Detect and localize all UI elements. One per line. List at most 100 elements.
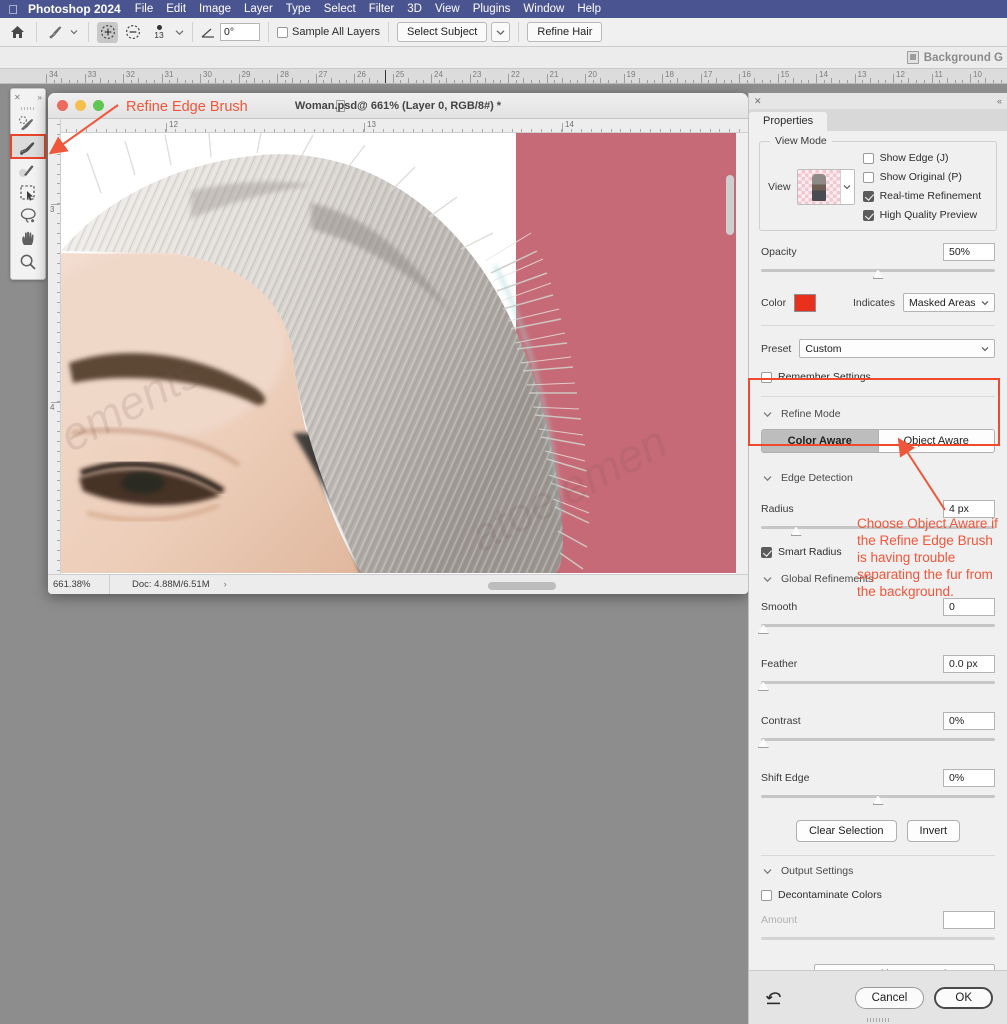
toolbar-close-icon[interactable]: ✕ <box>14 93 21 102</box>
output-settings-header[interactable]: Output Settings <box>761 856 995 877</box>
preset-chevron-down-icon <box>981 346 989 351</box>
smart-radius-checkbox[interactable] <box>761 546 772 558</box>
select-subject-button[interactable]: Select Subject <box>397 22 488 42</box>
menu-item-view[interactable]: View <box>435 3 460 15</box>
menu-item-help[interactable]: Help <box>577 3 601 15</box>
refine-mode-segmented-control[interactable]: Color Aware Object Aware <box>761 429 995 453</box>
preset-select[interactable]: Custom <box>799 339 995 358</box>
contrast-slider[interactable] <box>757 735 995 749</box>
menu-item-image[interactable]: Image <box>199 3 231 15</box>
sample-all-layers-checkbox[interactable] <box>277 26 288 38</box>
tab-properties[interactable]: Properties <box>749 112 828 131</box>
edge-detection-chevron-down-icon <box>763 475 772 481</box>
panel-close-icon[interactable]: ✕ <box>754 96 762 107</box>
menu-item-layer[interactable]: Layer <box>244 3 273 15</box>
color-aware-option[interactable]: Color Aware <box>762 430 878 452</box>
opacity-label: Opacity <box>761 246 797 258</box>
toolbar-grip[interactable] <box>11 105 45 112</box>
quick-selection-brush-tool[interactable] <box>11 112 45 135</box>
brush-size-dot-icon <box>156 24 162 30</box>
smart-radius-row[interactable]: Smart Radius <box>761 546 995 558</box>
remember-settings-checkbox[interactable] <box>761 371 772 383</box>
brush-preset-picker[interactable] <box>45 23 80 41</box>
menu-item-edit[interactable]: Edit <box>166 3 186 15</box>
radius-slider[interactable] <box>761 523 995 537</box>
amount-row: Amount <box>761 911 995 929</box>
panel-collapse-icon[interactable]: « <box>997 96 1002 106</box>
menu-item-window[interactable]: Window <box>523 3 564 15</box>
menu-item-select[interactable]: Select <box>324 3 356 15</box>
high-quality-preview-row[interactable]: High Quality Preview <box>862 209 982 221</box>
document-title-bar[interactable]: Woman.psd@ 661% (Layer 0, RGB/8#) * <box>48 93 748 119</box>
menu-item-plugins[interactable]: Plugins <box>473 3 511 15</box>
show-original-row[interactable]: Show Original (P) <box>862 171 982 183</box>
status-chevron-icon[interactable]: › <box>224 579 227 590</box>
minimize-window-button[interactable] <box>75 100 86 111</box>
show-original-checkbox[interactable] <box>862 171 874 183</box>
zoom-tool[interactable] <box>11 250 45 273</box>
divider <box>36 22 37 42</box>
cancel-button[interactable]: Cancel <box>854 986 925 1009</box>
zoom-level-field[interactable]: 661.38% <box>48 575 110 594</box>
toolbar-expand-icon[interactable]: » <box>38 93 42 102</box>
opacity-input[interactable]: 50% <box>943 243 995 261</box>
maximize-window-button[interactable] <box>93 100 104 111</box>
lasso-tool[interactable] <box>11 204 45 227</box>
refine-hair-button[interactable]: Refine Hair <box>527 22 603 42</box>
radius-input[interactable]: 4 px <box>943 500 995 518</box>
high-quality-preview-checkbox[interactable] <box>862 209 874 221</box>
contrast-input[interactable]: 0% <box>943 712 995 730</box>
canvas[interactable]: ements atoelemen <box>61 133 736 574</box>
refine-mode-header[interactable]: Refine Mode <box>761 397 995 420</box>
shift-edge-input[interactable]: 0% <box>943 769 995 787</box>
edge-detection-header[interactable]: Edge Detection <box>761 453 995 484</box>
smooth-slider[interactable] <box>757 621 995 635</box>
decontaminate-colors-row[interactable]: Decontaminate Colors <box>761 889 995 901</box>
brush-tool[interactable] <box>11 158 45 181</box>
brush-size-control[interactable]: 13 <box>147 24 171 40</box>
subtract-from-selection-icon[interactable] <box>122 22 143 43</box>
canvas-vertical-scrollbar[interactable] <box>726 175 734 235</box>
remember-settings-row[interactable]: Remember Settings <box>761 371 995 383</box>
close-window-button[interactable] <box>57 100 68 111</box>
amount-label: Amount <box>761 914 798 926</box>
view-chevron-down-icon[interactable] <box>839 169 854 204</box>
shift-edge-slider[interactable] <box>761 792 995 806</box>
smooth-input[interactable]: 0 <box>943 598 995 616</box>
angle-input[interactable]: 0° <box>220 23 260 41</box>
realtime-refinement-row[interactable]: Real-time Refinement <box>862 190 981 202</box>
ok-button[interactable]: OK <box>934 986 993 1009</box>
refine-edge-brush-tool[interactable] <box>10 134 46 159</box>
clear-selection-button[interactable]: Clear Selection <box>795 820 897 842</box>
brush-size-value: 13 <box>154 29 164 40</box>
brush-size-chevron-down-icon[interactable] <box>175 29 184 36</box>
opacity-slider[interactable] <box>761 266 995 280</box>
indicates-select[interactable]: Masked Areas <box>903 293 995 312</box>
reset-icon[interactable] <box>763 987 785 1009</box>
hand-tool[interactable] <box>11 227 45 250</box>
invert-button[interactable]: Invert <box>906 820 961 842</box>
decontaminate-colors-checkbox[interactable] <box>761 889 772 901</box>
canvas-horizontal-scrollbar[interactable] <box>488 582 556 590</box>
add-to-selection-icon[interactable] <box>97 21 118 43</box>
show-edge-checkbox[interactable] <box>862 152 874 164</box>
menu-item-3d[interactable]: 3D <box>407 3 422 15</box>
select-subject-chevron-down-icon[interactable] <box>491 22 511 42</box>
global-refinements-header[interactable]: Global Refinements <box>761 558 995 585</box>
home-icon[interactable] <box>6 21 28 43</box>
feather-input[interactable]: 0.0 px <box>943 655 995 673</box>
feather-slider[interactable] <box>757 678 995 692</box>
show-edge-row[interactable]: Show Edge (J) <box>862 152 982 164</box>
color-swatch[interactable] <box>794 293 817 312</box>
panel-resize-grip[interactable] <box>867 1018 889 1022</box>
menu-item-file[interactable]: File <box>135 3 154 15</box>
background-layer-label: Background G <box>923 51 1003 64</box>
menu-item-type[interactable]: Type <box>286 3 311 15</box>
realtime-refinement-checkbox[interactable] <box>862 190 874 202</box>
object-selection-tool[interactable] <box>11 181 45 204</box>
view-preview-picker[interactable] <box>796 168 855 205</box>
apple-logo-icon[interactable]:  <box>6 3 20 16</box>
amount-slider <box>761 934 995 948</box>
object-aware-option[interactable]: Object Aware <box>877 430 994 452</box>
menu-item-filter[interactable]: Filter <box>369 3 395 15</box>
